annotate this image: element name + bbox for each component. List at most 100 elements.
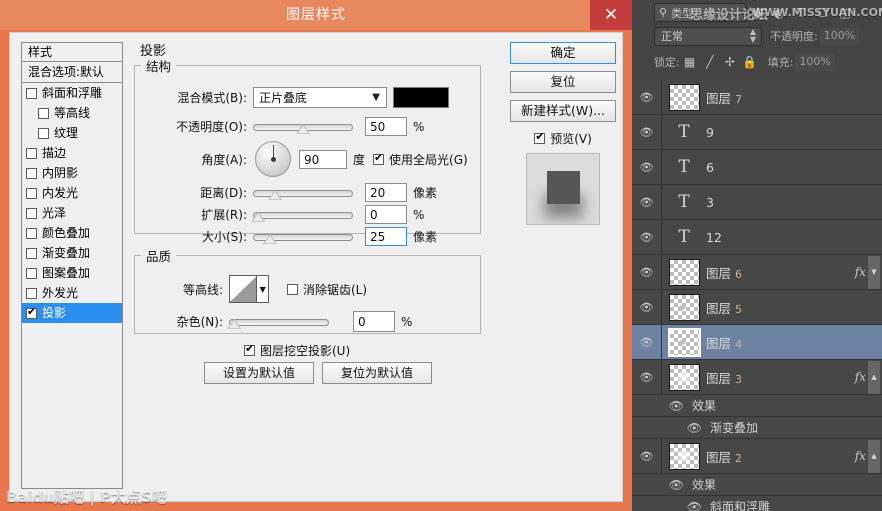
fx-expand-icon[interactable]: ▲ (868, 360, 880, 394)
shadow-color-swatch[interactable] (393, 87, 449, 108)
distance-input[interactable]: 20 (365, 183, 407, 202)
set-default-button[interactable]: 设置为默认值 (204, 362, 314, 384)
eye-icon[interactable]: 👁 (632, 255, 662, 289)
angle-input[interactable]: 90 (299, 149, 347, 169)
fx-badge-icon[interactable]: fx (855, 370, 866, 384)
antialias-checkbox[interactable] (287, 283, 298, 295)
new-style-button[interactable]: 新建样式(W)... (510, 100, 616, 122)
layer-effects-row[interactable]: 👁 效果 (632, 474, 882, 496)
fill-value[interactable]: 100% (795, 53, 835, 71)
layer-row[interactable]: 👁 T 12 (632, 220, 882, 255)
layer-row[interactable]: 👁 图层 4 (632, 325, 882, 360)
spread-slider[interactable] (251, 208, 353, 222)
blending-options-item[interactable]: 混合选项:默认 (21, 62, 123, 83)
size-slider[interactable] (253, 230, 353, 244)
noise-slider[interactable] (227, 315, 329, 329)
distance-slider[interactable] (253, 186, 353, 200)
fx-badge-icon[interactable]: fx (855, 449, 866, 463)
lock-all-icon[interactable]: 🔒 (740, 53, 760, 71)
style-item[interactable]: 渐变叠加 (22, 243, 122, 263)
preview-checkbox[interactable] (534, 130, 546, 144)
layer-thumbnail[interactable] (668, 83, 700, 111)
style-item-checkbox[interactable] (26, 227, 37, 239)
eye-icon[interactable]: 👁 (632, 500, 710, 511)
eye-icon[interactable]: 👁 (632, 150, 662, 184)
adjustment-filter-icon[interactable]: ◐ (768, 3, 790, 22)
style-item-checkbox[interactable] (26, 305, 37, 319)
eye-icon[interactable]: 👁 (632, 115, 662, 149)
style-item-checkbox[interactable] (38, 127, 49, 139)
style-item-checkbox[interactable] (26, 207, 37, 219)
fx-expand-icon[interactable]: ▼ (868, 255, 880, 289)
layer-row[interactable]: 👁 图层 6 fx ▼ (632, 255, 882, 290)
layer-row[interactable]: 👁 图层 5 (632, 290, 882, 325)
style-item-checkbox[interactable] (26, 287, 37, 299)
style-item-checkbox[interactable] (26, 187, 37, 199)
shape-filter-icon[interactable]: ☐ (812, 3, 834, 22)
styles-list[interactable]: 斜面和浮雕等高线纹理描边内阴影内发光光泽颜色叠加渐变叠加图案叠加外发光投影 (21, 83, 123, 489)
eye-icon[interactable]: 👁 (632, 220, 662, 254)
layer-row[interactable]: 👁 图层 3 fx ▲ (632, 360, 882, 395)
eye-icon[interactable]: 👁 (632, 185, 662, 219)
layer-thumbnail[interactable] (668, 258, 700, 286)
layer-effect-item[interactable]: 👁 渐变叠加 (632, 417, 882, 439)
lock-transparency-icon[interactable]: ▦ (680, 53, 700, 71)
style-item[interactable]: 光泽 (22, 203, 122, 223)
distance-slider-thumb[interactable] (268, 189, 282, 200)
layer-row[interactable]: 👁 T 3 (632, 185, 882, 220)
eye-icon[interactable]: 👁 (632, 439, 662, 473)
layer-filter-type-select[interactable]: ⚲ 类型 (654, 3, 746, 22)
layer-list[interactable]: 👁 图层 7 👁 T 9 👁 T 6 👁 T 3 👁 T 12 👁 图层 6 fx ▼ 👁 图层 5 👁 图层 4 👁 图层 … (632, 80, 882, 511)
fx-expand-icon[interactable]: ▲ (868, 439, 880, 473)
ok-button[interactable]: 确定 (510, 42, 616, 64)
style-item[interactable]: 内阴影 (22, 163, 122, 183)
reset-button[interactable]: 复位 (510, 71, 616, 93)
close-icon[interactable]: ✕ (590, 0, 632, 30)
spread-slider-thumb[interactable] (251, 211, 265, 222)
lock-position-icon[interactable]: ✢ (720, 53, 740, 71)
layer-row[interactable]: 👁 T 6 (632, 150, 882, 185)
layer-row[interactable]: 👁 T 9 (632, 115, 882, 150)
layer-row[interactable]: 👁 图层 7 (632, 80, 882, 115)
layer-opacity-value[interactable]: 100% (819, 27, 860, 45)
style-item[interactable]: 斜面和浮雕 (22, 83, 122, 103)
lock-image-icon[interactable]: ╱ (700, 53, 720, 71)
layer-thumbnail[interactable] (667, 327, 701, 357)
eye-icon[interactable]: 👁 (632, 478, 692, 492)
layer-thumbnail[interactable] (668, 293, 700, 321)
style-item[interactable]: 颜色叠加 (22, 223, 122, 243)
size-input[interactable]: 25 (365, 227, 407, 246)
style-item-checkbox[interactable] (26, 247, 37, 259)
layer-thumbnail[interactable] (668, 442, 700, 470)
spread-input[interactable]: 0 (365, 205, 407, 224)
style-item[interactable]: 描边 (22, 143, 122, 163)
blend-mode-select[interactable]: 正片叠底 ▼ (253, 87, 387, 108)
noise-slider-thumb[interactable] (227, 318, 241, 329)
style-item-checkbox[interactable] (38, 107, 49, 119)
contour-preset-select[interactable]: ▼ (229, 275, 269, 303)
style-item[interactable]: 内发光 (22, 183, 122, 203)
opacity-input[interactable]: 50 (365, 117, 407, 136)
reset-default-button[interactable]: 复位为默认值 (322, 362, 432, 384)
angle-dial[interactable] (255, 141, 291, 177)
layer-effects-row[interactable]: 👁 效果 (632, 395, 882, 417)
opacity-slider-thumb[interactable] (296, 123, 310, 134)
layer-thumbnail[interactable] (668, 363, 700, 391)
style-item[interactable]: 投影 (22, 303, 122, 323)
noise-input[interactable]: 0 (353, 311, 395, 332)
type-filter-icon[interactable]: T (790, 3, 812, 22)
eye-icon[interactable]: 👁 (632, 325, 662, 359)
style-item[interactable]: 外发光 (22, 283, 122, 303)
eye-icon[interactable]: 👁 (632, 80, 662, 114)
style-item[interactable]: 图案叠加 (22, 263, 122, 283)
style-item-checkbox[interactable] (26, 87, 37, 99)
eye-icon[interactable]: 👁 (632, 360, 662, 394)
eye-icon[interactable]: 👁 (632, 421, 710, 435)
eye-icon[interactable]: 👁 (632, 290, 662, 324)
knockout-checkbox[interactable] (244, 342, 255, 356)
style-item-checkbox[interactable] (26, 167, 37, 179)
pixel-filter-icon[interactable]: ▣ (746, 3, 768, 22)
layer-row[interactable]: 👁 图层 2 fx ▲ (632, 439, 882, 474)
eye-icon[interactable]: 👁 (632, 399, 692, 413)
opacity-slider[interactable] (253, 120, 353, 134)
